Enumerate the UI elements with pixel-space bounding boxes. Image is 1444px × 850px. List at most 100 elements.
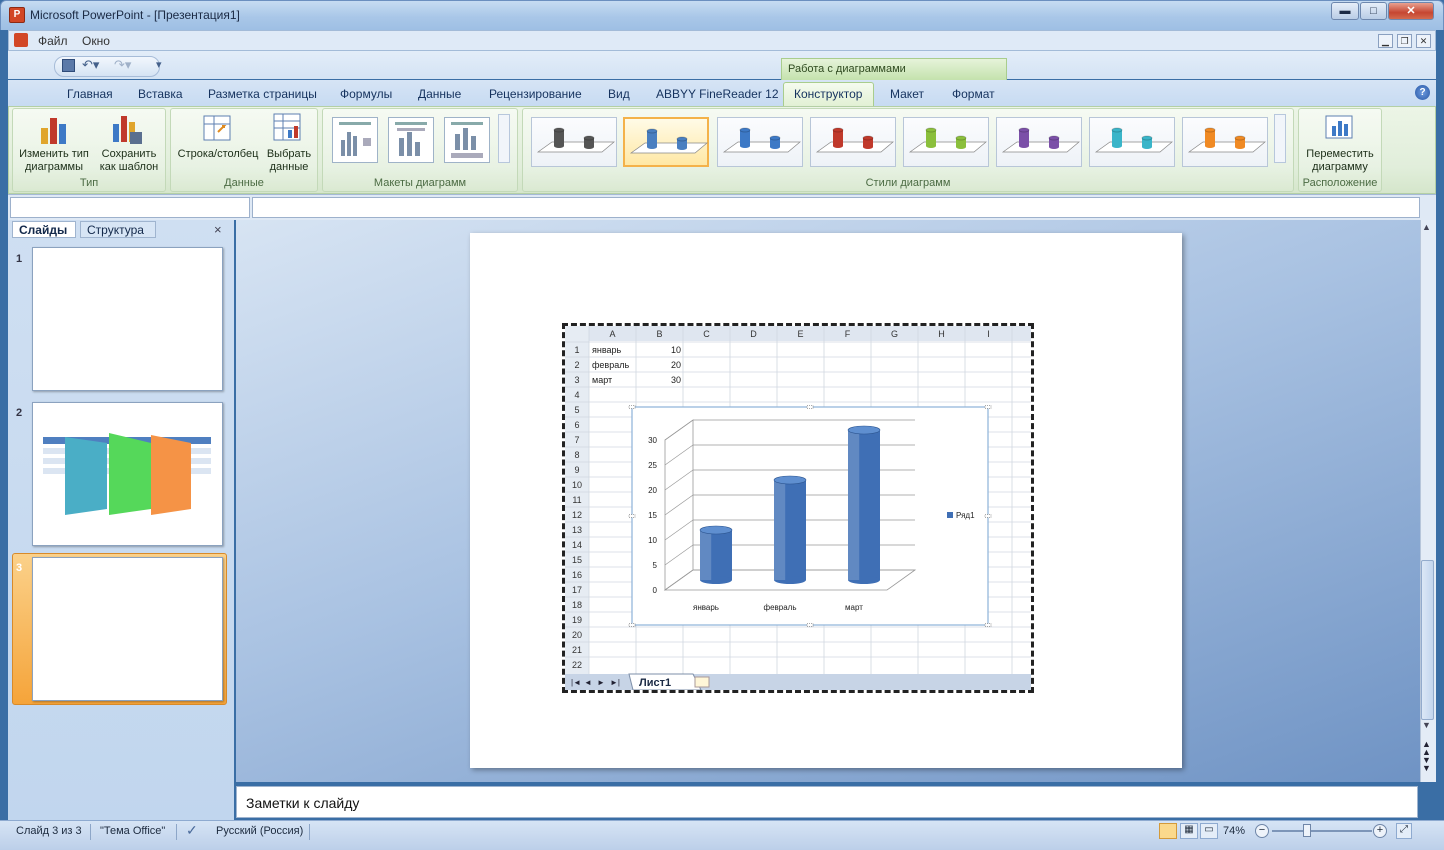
doc-close-button[interactable]: ✕ — [1416, 34, 1431, 48]
tab-home[interactable]: Главная — [67, 87, 113, 101]
chart-style-1[interactable] — [531, 117, 617, 167]
embedded-worksheet[interactable]: A B C D E F G H I 1 2 3 4 5 6 7 8 9 10 11 12 13 14 15 16 17 18 19 20… — [562, 323, 1034, 693]
chart-style-5[interactable] — [903, 117, 989, 167]
chart-layout-2[interactable] — [388, 117, 434, 163]
status-language[interactable]: Русский (Россия) — [216, 825, 303, 837]
move-chart-line2: диаграмму — [1312, 161, 1368, 173]
save-icon[interactable] — [62, 59, 75, 72]
scroll-down-icon[interactable]: ▼ — [1422, 720, 1431, 730]
tab-insert[interactable]: Вставка — [138, 87, 183, 101]
chart-style-7[interactable] — [1089, 117, 1175, 167]
name-box[interactable] — [10, 197, 250, 218]
customize-qat-icon[interactable]: ▾ — [156, 58, 162, 71]
column-header: C — [703, 329, 710, 339]
row-header: 12 — [572, 510, 582, 520]
save-as-template-button[interactable]: Сохранить как шаблон — [94, 148, 164, 174]
scroll-up-icon[interactable]: ▲ — [1422, 222, 1431, 232]
status-theme[interactable]: "Тема Office" — [100, 825, 165, 837]
row-header: 20 — [572, 630, 582, 640]
next-slide-icon[interactable]: ▼ ▼ — [1422, 756, 1431, 773]
zoom-level[interactable]: 74% — [1223, 825, 1245, 837]
row-header: 1 — [574, 345, 579, 355]
notes-pane[interactable] — [236, 786, 1418, 818]
change-chart-type-button[interactable]: Изменить тип диаграммы — [14, 148, 94, 174]
cell-value: 30 — [671, 375, 681, 385]
document-icon[interactable] — [14, 33, 28, 47]
help-icon[interactable]: ? — [1415, 85, 1430, 100]
slideshow-icon[interactable]: ▭ — [1200, 823, 1218, 839]
slide-number-1: 1 — [16, 253, 23, 265]
slide-sorter-icon[interactable]: ▦ — [1180, 823, 1198, 839]
row-header: 5 — [574, 405, 579, 415]
chart-style-2[interactable] — [623, 117, 709, 167]
tab-formulas[interactable]: Формулы — [340, 87, 392, 101]
scroll-thumb[interactable] — [1421, 560, 1434, 720]
fit-to-window-icon[interactable]: ⤢ — [1396, 823, 1412, 839]
tab-outline[interactable]: Структура — [80, 221, 156, 238]
tab-slides[interactable]: Слайды — [12, 221, 76, 238]
tab-format[interactable]: Формат — [952, 87, 995, 101]
doc-minimize-button[interactable]: ▁ — [1378, 34, 1393, 48]
slide-thumb-2[interactable] — [32, 402, 223, 546]
save-template-icon — [113, 116, 142, 144]
status-slide-count: Слайд 3 из 3 — [16, 825, 82, 837]
zoom-in-button[interactable]: + — [1373, 824, 1387, 838]
select-data-button[interactable]: Выбрать данные — [262, 148, 316, 174]
slide-thumb-1[interactable] — [32, 247, 223, 391]
tab-page-layout[interactable]: Разметка страницы — [208, 87, 317, 101]
doc-restore-button[interactable]: ❐ — [1397, 34, 1412, 48]
menu-window[interactable]: Окно — [82, 34, 110, 48]
zoom-slider-thumb[interactable] — [1303, 824, 1311, 837]
close-button[interactable]: ✕ — [1388, 2, 1434, 20]
maximize-button[interactable]: □ — [1360, 2, 1387, 20]
chart-bar-highlight — [700, 530, 712, 580]
tab-abbyy[interactable]: ABBYY FineReader 12 — [656, 87, 779, 101]
cell-value: 10 — [671, 345, 681, 355]
move-chart-icon — [1325, 115, 1353, 139]
tab-design[interactable]: Конструктор — [794, 87, 862, 101]
chart-layout-3[interactable] — [444, 117, 490, 163]
tab-layout[interactable]: Макет — [890, 87, 924, 101]
status-divider — [176, 824, 177, 840]
cell-label: январь — [592, 345, 622, 355]
worksheet-grid: A B C D E F G H I1234567891011121314151617181920… — [565, 326, 1031, 691]
y-tick-label: 10 — [648, 536, 657, 545]
row-header: 15 — [572, 555, 582, 565]
redo-icon[interactable]: ↷▾ — [114, 57, 131, 73]
column-header: D — [750, 329, 757, 339]
column-header: I — [987, 329, 990, 339]
chart-style-8[interactable] — [1182, 117, 1268, 167]
move-chart-line1: Переместить — [1306, 148, 1374, 160]
powerpoint-app-icon[interactable]: P — [9, 7, 25, 23]
chart-layout-1[interactable] — [332, 117, 378, 163]
switch-row-column-button[interactable]: Строка/столбец — [172, 148, 264, 161]
menu-bar — [8, 30, 1436, 51]
y-tick-label: 30 — [648, 436, 657, 445]
chart-style-3[interactable] — [717, 117, 803, 167]
tab-view[interactable]: Вид — [608, 87, 630, 101]
y-tick-label: 0 — [653, 586, 658, 595]
save-template-line1: Сохранить — [101, 148, 157, 160]
zoom-slider-track[interactable] — [1272, 830, 1372, 832]
zoom-out-button[interactable]: − — [1255, 824, 1269, 838]
normal-view-icon[interactable] — [1159, 823, 1177, 839]
slide-thumb-3[interactable] — [32, 557, 223, 701]
move-chart-button[interactable]: Переместить диаграмму — [1300, 148, 1380, 174]
minimize-button[interactable]: ▬ — [1331, 2, 1359, 20]
window-title: Microsoft PowerPoint - [Презентация1] — [30, 8, 240, 22]
chart-style-4[interactable] — [810, 117, 896, 167]
tab-review[interactable]: Рецензирование — [489, 87, 582, 101]
prev-slide-icon[interactable]: ▲ ▲ — [1422, 740, 1431, 757]
layouts-scroll[interactable] — [498, 114, 510, 163]
formula-input[interactable] — [252, 197, 1420, 218]
pane-close-icon[interactable]: × — [214, 222, 222, 237]
chart-style-6[interactable] — [996, 117, 1082, 167]
row-header: 16 — [572, 570, 582, 580]
styles-scroll[interactable] — [1274, 114, 1286, 163]
undo-icon[interactable]: ↶▾ — [82, 57, 99, 73]
menu-file[interactable]: Файл — [38, 34, 68, 48]
group-location-label: Расположение — [1302, 177, 1378, 189]
tab-data[interactable]: Данные — [418, 87, 461, 101]
row-header: 22 — [572, 660, 582, 670]
spellcheck-icon[interactable]: ✓ — [186, 822, 198, 839]
